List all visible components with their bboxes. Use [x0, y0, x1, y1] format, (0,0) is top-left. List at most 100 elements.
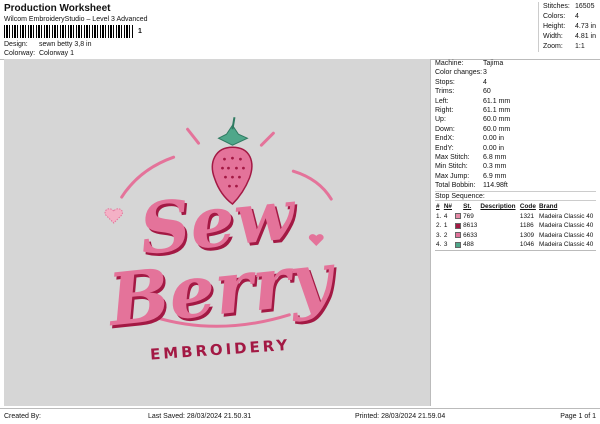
col-description: Description	[480, 202, 516, 210]
heart-icon-left	[104, 208, 123, 224]
summary-label: Width:	[543, 33, 563, 40]
design-value: sewn betty 3,8 in	[38, 41, 92, 48]
col-code: Code	[519, 202, 536, 210]
info-row: Max Jump: 6.9 mm	[435, 172, 596, 181]
info-label: Max Jump:	[435, 172, 470, 180]
row-stitches: 8613	[463, 222, 478, 230]
info-label: Min Stitch:	[435, 163, 468, 171]
info-label: Stops:	[435, 78, 455, 86]
row-brand: Madeira Classic 40	[539, 212, 594, 220]
table-row: 1. 4 769 1321 Madeira Classic 40	[435, 211, 598, 221]
tagline-embroidery: EMBROIDERY	[149, 336, 290, 364]
info-value: 6.9 mm	[483, 172, 507, 180]
info-row: Stops: 4	[435, 78, 596, 87]
barcode-number: 1	[138, 28, 142, 35]
row-num: 1.	[436, 212, 442, 220]
summary-value: 4	[575, 13, 579, 20]
info-label: Right:	[435, 106, 454, 114]
last-saved: Last Saved: 28/03/2024 21.50.31	[148, 413, 252, 420]
summary-label: Colors:	[543, 13, 566, 20]
summary-value: 1:1	[575, 43, 585, 50]
summary-value: 4.73 in	[574, 23, 597, 30]
info-value: 3	[483, 69, 487, 77]
summary-label: Stitches:	[543, 3, 570, 10]
info-value: 114.98ft	[483, 182, 508, 190]
divider	[435, 250, 596, 252]
info-value: 61.1 mm	[483, 106, 511, 114]
row-code: 1186	[519, 222, 534, 230]
design-row: Design: sewn betty 3,8 in	[4, 41, 91, 48]
info-value: 60.0 mm	[483, 125, 511, 133]
info-row: Left: 61.1 mm	[435, 97, 596, 106]
row-num: 4.	[436, 241, 442, 249]
row-needle: 2	[443, 231, 448, 239]
info-row: EndY: 0.00 in	[435, 144, 596, 153]
summary-row: Stitches: 16505	[543, 2, 596, 12]
col-swatch	[454, 201, 463, 211]
summary-row: Width: 4.81 in	[543, 32, 596, 42]
row-num: 2.	[436, 222, 442, 230]
info-value: 60.0 mm	[483, 116, 511, 124]
info-row: Color changes: 3	[435, 68, 596, 77]
summary-value: 4.81 in	[574, 33, 597, 40]
col-brand: Brand	[539, 202, 558, 210]
summary-box: Stitches: 16505 Colors: 4 Height: 4.73 in W…	[538, 2, 596, 52]
row-brand: Madeira Classic 40	[539, 231, 594, 239]
color-swatch	[454, 240, 463, 250]
table-row: 3. 2 6633 1309 Madeira Classic 40	[435, 230, 598, 240]
info-value: 4	[483, 78, 487, 86]
table-header-row: # N# St. Description Code Brand	[435, 201, 598, 211]
info-label: EndX:	[435, 135, 455, 143]
info-label: Trims:	[435, 88, 455, 96]
decor-arc	[291, 169, 333, 201]
embroidery-artwork: Sew Sew Berry Berry EMBROIDERY	[103, 117, 342, 364]
info-value: 0.00 in	[483, 135, 505, 143]
decor-stroke	[259, 131, 275, 147]
color-swatch	[454, 230, 463, 240]
info-value: Tajima	[483, 60, 504, 67]
page-number: Page 1 of 1	[560, 413, 596, 420]
row-stitches: 6633	[463, 231, 478, 239]
info-row: Total Bobbin: 114.98ft	[435, 181, 596, 190]
design-preview: Sew Sew Berry Berry EMBROIDERY	[4, 59, 431, 406]
colorway-row: Colorway: Colorway 1	[4, 50, 74, 57]
row-description	[479, 211, 519, 221]
colorway-value: Colorway 1	[38, 50, 74, 57]
info-value: 6.8 mm	[483, 153, 507, 161]
info-row: Down: 60.0 mm	[435, 125, 596, 134]
info-value: 0.3 mm	[483, 163, 507, 171]
info-label: Left:	[435, 97, 449, 105]
design-label: Design:	[4, 41, 28, 48]
summary-row: Colors: 4	[543, 12, 596, 22]
info-label: Total Bobbin:	[435, 182, 476, 190]
col-num: #	[436, 202, 440, 210]
info-label: EndY:	[435, 144, 454, 152]
footer: Created By: Last Saved: 28/03/2024 21.50…	[0, 408, 600, 424]
col-needle: N#	[443, 202, 452, 210]
row-needle: 1	[443, 222, 448, 230]
summary-row: Zoom: 1:1	[543, 42, 596, 52]
summary-value: 16505	[575, 3, 595, 10]
info-row: Up: 60.0 mm	[435, 115, 596, 124]
info-label: Max Stitch:	[435, 153, 470, 161]
color-swatch	[454, 211, 463, 221]
info-label: Color changes:	[435, 69, 483, 77]
info-label: Machine:	[435, 60, 464, 67]
info-label: Down:	[435, 125, 455, 133]
table-row: 4. 3 488 1046 Madeira Classic 40	[435, 240, 598, 250]
row-stitches: 488	[463, 241, 474, 249]
stop-sequence-label: Stop Sequence:	[435, 191, 596, 202]
software-name: Wilcom EmbroideryStudio – Level 3 Advanc…	[4, 16, 148, 23]
row-code: 1309	[519, 231, 535, 239]
info-row: Right: 61.1 mm	[435, 106, 596, 115]
summary-label: Height:	[543, 23, 566, 30]
info-row: Machine: Tajima	[435, 59, 596, 68]
machine-info-panel: Machine: Tajima Color changes: 3 Stops: 4 T…	[435, 59, 598, 252]
info-label: Up:	[435, 116, 446, 124]
decor-stroke	[186, 127, 201, 145]
row-description	[479, 230, 519, 240]
row-description	[479, 240, 519, 250]
info-value: 60	[483, 88, 491, 96]
info-row: EndX: 0.00 in	[435, 134, 596, 143]
row-brand: Madeira Classic 40	[539, 222, 594, 230]
